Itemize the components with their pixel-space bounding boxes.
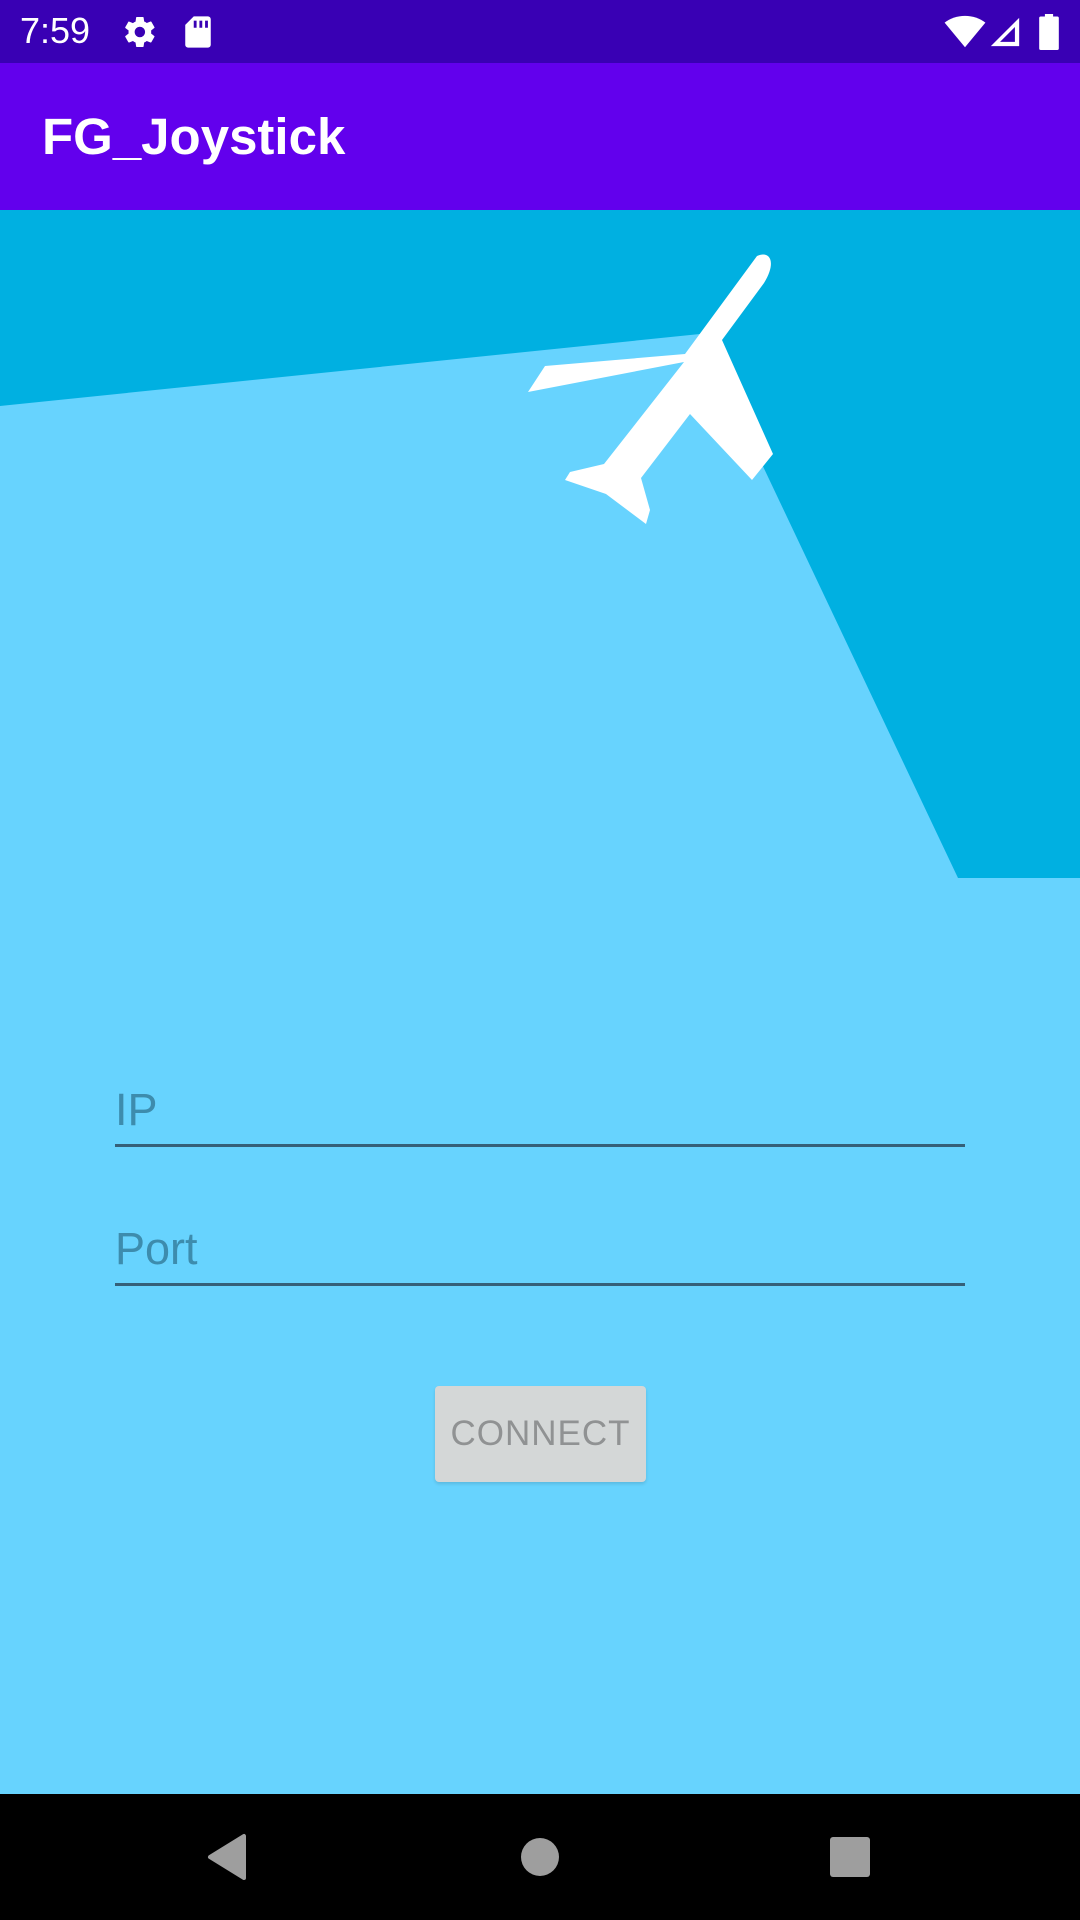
connect-button[interactable]: CONNECT xyxy=(435,1386,646,1482)
back-icon xyxy=(208,1834,246,1880)
ip-field[interactable] xyxy=(115,1067,965,1147)
port-input[interactable] xyxy=(115,1206,965,1286)
screen: 7:59 FG_Joystick IP Port CONNECT xyxy=(0,0,1080,1920)
gear-icon xyxy=(120,0,160,63)
ip-underline xyxy=(115,1144,965,1147)
battery-icon xyxy=(1035,0,1063,63)
app-title: FG_Joystick xyxy=(42,108,346,165)
cell-signal-icon xyxy=(985,0,1025,63)
ip-input[interactable] xyxy=(115,1067,965,1147)
status-time: 7:59 xyxy=(20,10,91,51)
port-field[interactable] xyxy=(115,1206,965,1286)
airplane-illustration xyxy=(0,210,1080,878)
home-icon xyxy=(521,1838,559,1876)
navigation-bar xyxy=(0,1794,1080,1920)
home-button[interactable] xyxy=(480,1794,600,1920)
wifi-icon xyxy=(940,0,990,63)
recents-button[interactable] xyxy=(790,1794,910,1920)
status-bar: 7:59 xyxy=(0,0,1080,63)
recents-icon xyxy=(830,1837,870,1877)
app-bar: FG_Joystick xyxy=(0,63,1080,210)
port-underline xyxy=(115,1283,965,1286)
sd-card-icon xyxy=(180,0,216,63)
back-button[interactable] xyxy=(166,1794,286,1920)
